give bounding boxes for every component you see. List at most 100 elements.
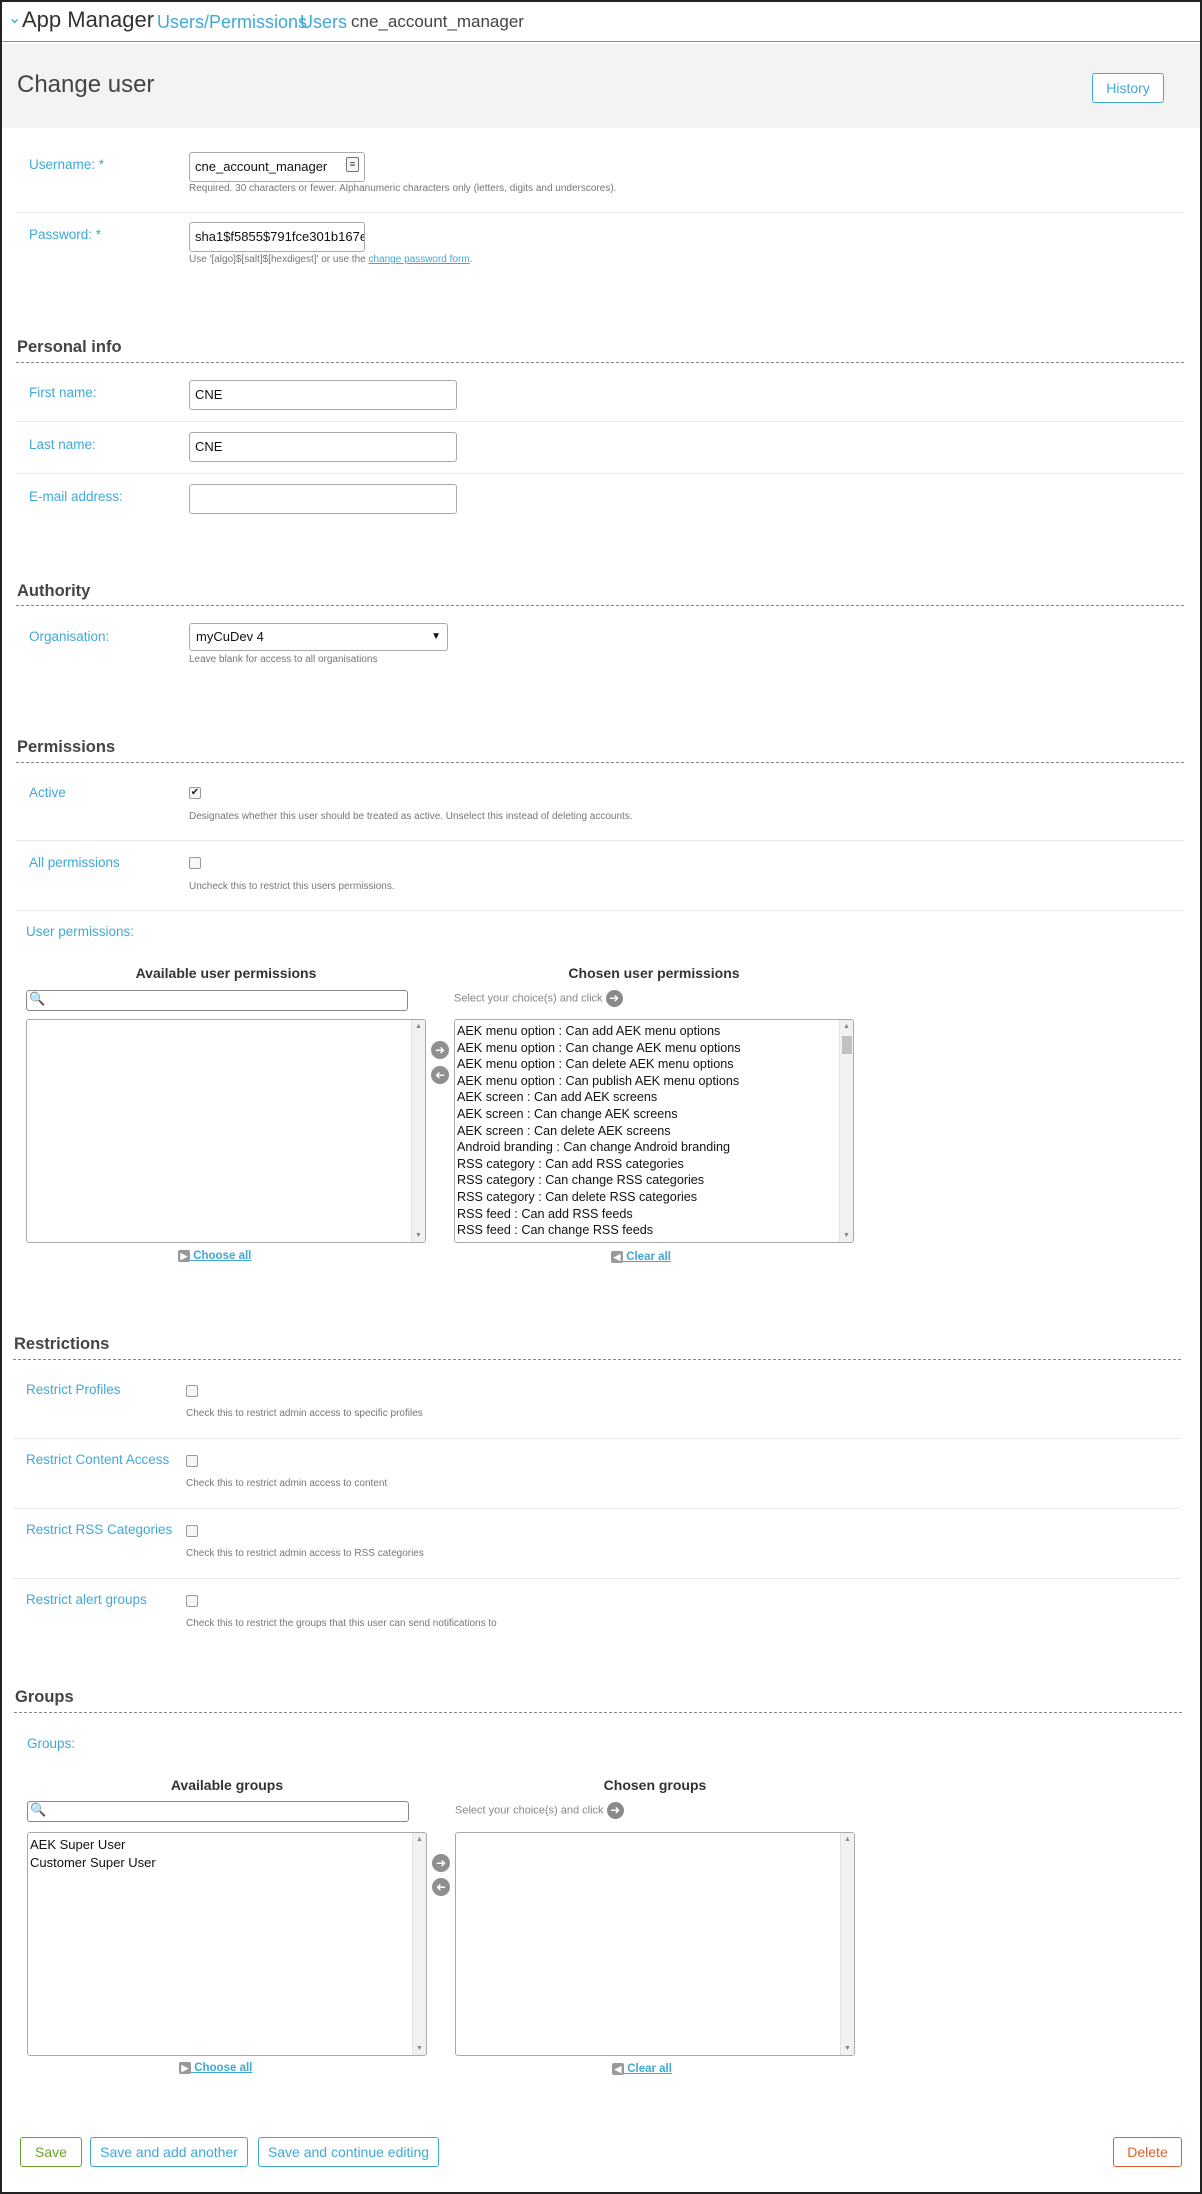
groups-search-input[interactable]: 🔍 xyxy=(27,1801,409,1822)
groups-label: Groups: xyxy=(27,1736,76,1751)
active-checkbox[interactable]: ✔ xyxy=(189,787,201,799)
scroll-down-icon[interactable]: ▼ xyxy=(413,2045,426,2052)
clear-all-label: Clear all xyxy=(626,1251,671,1264)
breadcrumb-users[interactable]: Users xyxy=(300,12,347,33)
divider xyxy=(16,421,1184,422)
all-permissions-label: All permissions xyxy=(29,855,120,870)
list-item[interactable]: AEK screen : Can change AEK screens xyxy=(457,1106,741,1123)
last-name-field[interactable]: CNE xyxy=(189,432,457,462)
add-permission-button[interactable]: ➜ xyxy=(431,1041,449,1059)
restrict-content-help: Check this to restrict admin access to c… xyxy=(186,1478,388,1489)
section-authority: Authority xyxy=(17,582,91,600)
save-and-add-another-button[interactable]: Save and add another xyxy=(90,2137,248,2167)
save-button[interactable]: Save xyxy=(20,2137,82,2167)
list-item[interactable]: RSS category : Can add RSS categories xyxy=(457,1156,741,1173)
choose-all-groups-link[interactable]: ▶ Choose all xyxy=(179,2062,252,2074)
list-item[interactable]: RSS category : Can delete RSS categories xyxy=(457,1189,741,1206)
organisation-select[interactable]: myCuDev 4 ▼ xyxy=(189,623,448,651)
all-permissions-checkbox[interactable] xyxy=(189,857,201,869)
scroll-up-icon[interactable]: ▲ xyxy=(413,1836,426,1843)
remove-group-button[interactable]: ➜ xyxy=(432,1878,450,1896)
first-name-label: First name: xyxy=(29,385,97,400)
restrict-profiles-checkbox[interactable] xyxy=(186,1385,198,1397)
history-button[interactable]: History xyxy=(1092,73,1164,103)
scrollbar[interactable]: ▲ ▼ xyxy=(839,1020,853,1242)
list-item[interactable]: AEK screen : Can delete AEK screens xyxy=(457,1123,741,1140)
divider xyxy=(13,1438,1181,1439)
scroll-up-icon[interactable]: ▲ xyxy=(841,1836,854,1843)
page-title: Change user xyxy=(17,71,155,98)
select-hint-text: Select your choice(s) and click xyxy=(454,992,603,1005)
dropdown-arrow-icon: ▼ xyxy=(431,631,441,642)
breadcrumb-users-permissions[interactable]: Users/Permissions xyxy=(157,12,307,33)
chosen-permissions-list[interactable]: AEK menu option : Can add AEK menu optio… xyxy=(454,1019,854,1243)
available-groups-list[interactable]: AEK Super User Customer Super User ▲ ▼ xyxy=(27,1832,427,2056)
scrollbar[interactable]: ▲ ▼ xyxy=(840,1833,854,2055)
list-item[interactable]: AEK menu option : Can publish AEK menu o… xyxy=(457,1073,741,1090)
section-personal-info: Personal info xyxy=(17,338,122,356)
first-name-field[interactable]: CNE xyxy=(189,380,457,410)
scroll-thumb[interactable] xyxy=(842,1036,852,1054)
section-divider xyxy=(16,605,1184,606)
divider xyxy=(16,212,1184,213)
divider xyxy=(13,1578,1181,1579)
add-group-button[interactable]: ➜ xyxy=(432,1854,450,1872)
email-label: E-mail address: xyxy=(29,489,123,504)
section-groups: Groups xyxy=(15,1688,74,1706)
search-icon: 🔍 xyxy=(30,1802,47,1817)
keyboard-icon[interactable]: ≡ xyxy=(346,157,359,172)
title-band: Change user History xyxy=(2,44,1200,128)
restrict-rss-checkbox[interactable] xyxy=(186,1525,198,1537)
restrict-alert-groups-label: Restrict alert groups xyxy=(26,1592,147,1607)
restrict-alert-groups-checkbox[interactable] xyxy=(186,1595,198,1607)
list-item[interactable]: RSS feed : Can change RSS feeds xyxy=(457,1222,741,1239)
scroll-down-icon[interactable]: ▼ xyxy=(841,2045,854,2052)
scrollbar[interactable]: ▲ ▼ xyxy=(411,1020,425,1242)
scroll-up-icon[interactable]: ▲ xyxy=(412,1023,425,1030)
list-item[interactable]: AEK menu option : Can change AEK menu op… xyxy=(457,1040,741,1057)
scroll-up-icon[interactable]: ▲ xyxy=(840,1023,853,1030)
all-permissions-help: Uncheck this to restrict this users perm… xyxy=(189,881,395,892)
section-restrictions: Restrictions xyxy=(14,1335,110,1353)
save-and-continue-button[interactable]: Save and continue editing xyxy=(258,2137,439,2167)
scroll-down-icon[interactable]: ▼ xyxy=(412,1232,425,1239)
chosen-groups-heading: Chosen groups xyxy=(603,1777,707,1793)
list-item[interactable]: AEK screen : Can add AEK screens xyxy=(457,1089,741,1106)
scroll-down-icon[interactable]: ▼ xyxy=(840,1232,853,1239)
section-divider xyxy=(16,762,1184,763)
list-item[interactable]: AEK menu option : Can add AEK menu optio… xyxy=(457,1023,741,1040)
first-name-value: CNE xyxy=(195,387,223,402)
chevron-down-icon[interactable]: ⌄ xyxy=(8,8,21,28)
available-permissions-list[interactable]: ▲ ▼ xyxy=(26,1019,426,1243)
app-title[interactable]: App Manager xyxy=(22,7,154,33)
scrollbar[interactable]: ▲ ▼ xyxy=(412,1833,426,2055)
list-item[interactable]: Android branding : Can change Android br… xyxy=(457,1139,741,1156)
available-permissions-heading: Available user permissions xyxy=(135,965,317,981)
choose-all-permissions-link[interactable]: ▶ Choose all xyxy=(178,1250,251,1262)
choose-all-label: Choose all xyxy=(194,2062,253,2075)
clear-all-permissions-link[interactable]: ◀ Clear all xyxy=(611,1251,671,1263)
chosen-groups-list[interactable]: ▲ ▼ xyxy=(455,1832,855,2056)
email-field[interactable] xyxy=(189,484,457,514)
change-password-link[interactable]: change password form xyxy=(368,254,469,265)
username-value: cne_account_manager xyxy=(195,159,328,174)
restrict-content-label: Restrict Content Access xyxy=(26,1452,170,1467)
list-item[interactable]: AEK Super User xyxy=(30,1836,156,1854)
list-item[interactable]: RSS feed : Can add RSS feeds xyxy=(457,1206,741,1223)
remove-permission-button[interactable]: ➜ xyxy=(431,1066,449,1084)
divider xyxy=(16,473,1184,474)
clear-all-groups-link[interactable]: ◀ Clear all xyxy=(612,2063,672,2075)
password-help: Use '[algo]$[salt]$[hexdigest]' or use t… xyxy=(189,254,472,265)
last-name-value: CNE xyxy=(195,439,223,454)
list-item[interactable]: Customer Super User xyxy=(30,1854,156,1872)
password-field[interactable]: sha1$f5855$791fce301b167e xyxy=(189,222,365,252)
permissions-search-input[interactable]: 🔍 xyxy=(26,990,408,1011)
list-item[interactable]: AEK menu option : Can delete AEK menu op… xyxy=(457,1056,741,1073)
permissions-select-hint: Select your choice(s) and click ➜ xyxy=(454,990,623,1007)
organisation-label: Organisation: xyxy=(29,629,110,644)
delete-button[interactable]: Delete xyxy=(1113,2137,1182,2167)
username-field[interactable]: cne_account_manager xyxy=(189,152,365,182)
list-item[interactable]: RSS category : Can change RSS categories xyxy=(457,1172,741,1189)
restrict-content-checkbox[interactable] xyxy=(186,1455,198,1467)
divider xyxy=(13,1508,1181,1509)
